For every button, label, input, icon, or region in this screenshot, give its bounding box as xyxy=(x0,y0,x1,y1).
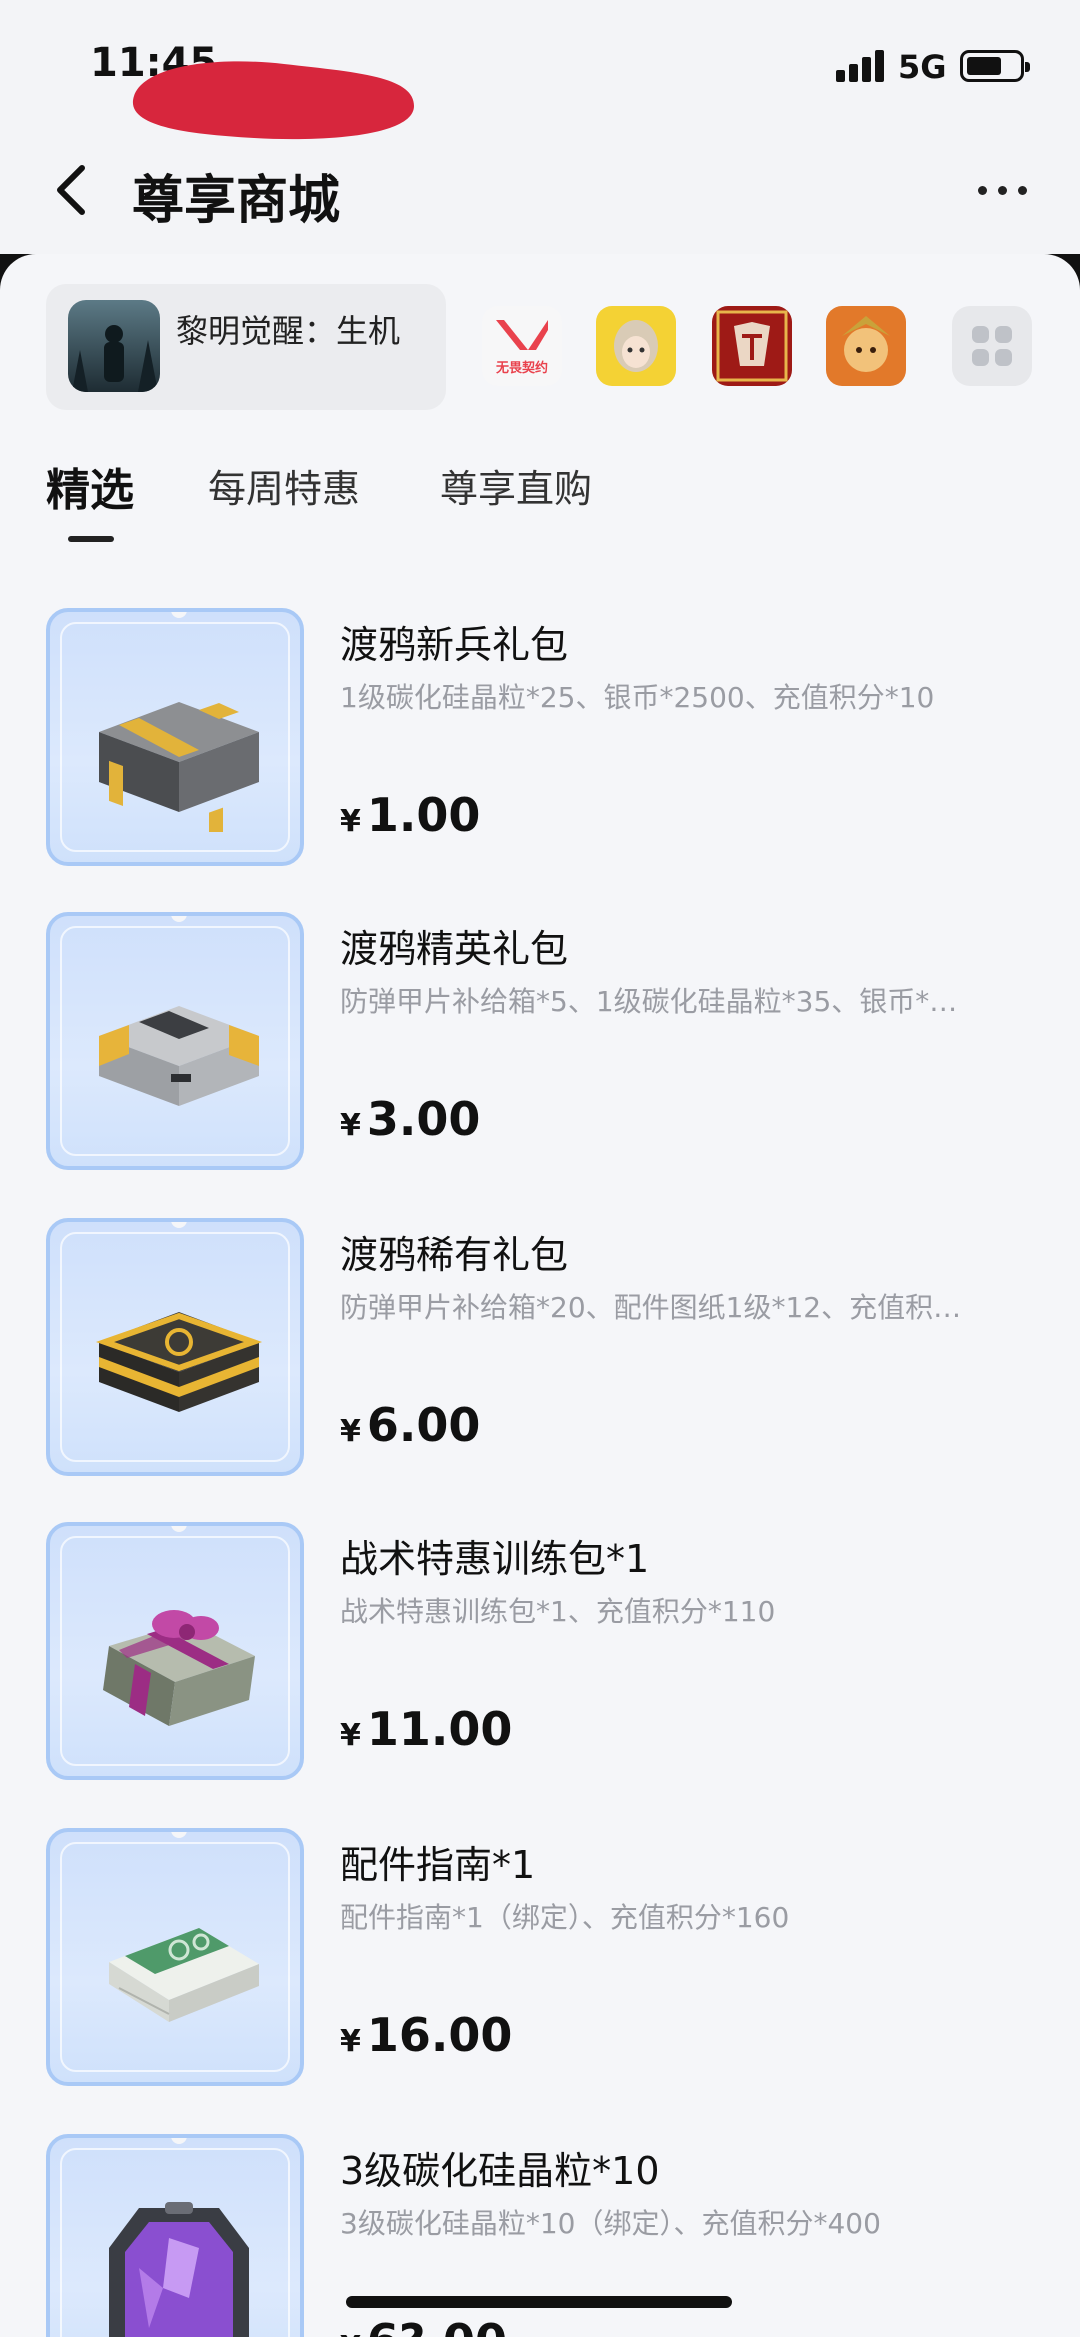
product-title: 渡鸦精英礼包 xyxy=(340,927,569,971)
product-description: 1级碳化硅晶粒*25、银币*2500、充值积分*10 xyxy=(340,681,935,714)
crate-silver-icon xyxy=(99,1006,259,1106)
svg-text:无畏契约: 无畏契约 xyxy=(495,360,548,376)
nav-header: 尊享商城 xyxy=(0,140,1080,240)
battery-icon xyxy=(960,50,1030,82)
product-title: 渡鸦新兵礼包 xyxy=(340,623,569,667)
crystal-icon xyxy=(109,2202,249,2337)
gift-box-icon xyxy=(103,1610,255,1726)
home-indicator[interactable] xyxy=(346,2296,732,2308)
product-description: 战术特惠训练包*1、充值积分*110 xyxy=(340,1595,776,1628)
valorant-app-icon[interactable]: 无畏契约 xyxy=(482,306,562,386)
product-item[interactable]: 配件指南*1 配件指南*1（绑定）、充值积分*160 ¥16.00 xyxy=(0,1828,1080,2098)
product-thumbnail xyxy=(46,1218,304,1476)
more-button[interactable] xyxy=(968,170,1038,210)
hero-app-icon[interactable] xyxy=(826,306,906,386)
product-item[interactable]: 渡鸦新兵礼包 1级碳化硅晶粒*25、银币*2500、充值积分*10 ¥1.00 xyxy=(0,608,1080,878)
product-thumbnail xyxy=(46,608,304,866)
grid-icon[interactable] xyxy=(952,306,1032,386)
crate-gold-icon xyxy=(95,1312,263,1412)
tab-weekly-deals[interactable]: 每周特惠 xyxy=(208,458,360,513)
game-icon-dawn xyxy=(68,300,160,392)
product-description: 配件指南*1（绑定）、充值积分*160 xyxy=(340,1901,790,1934)
product-price: ¥6?.00 xyxy=(340,2314,507,2337)
signal-icon xyxy=(836,50,886,82)
product-thumbnail xyxy=(46,1522,304,1780)
legend-app-icon[interactable] xyxy=(712,306,792,386)
product-price: ¥11.00 xyxy=(340,1702,513,1756)
product-title: 战术特惠训练包*1 xyxy=(340,1537,650,1581)
product-description: 3级碳化硅晶粒*10（绑定）、充值积分*400 xyxy=(340,2207,881,2240)
tab-direct-purchase[interactable]: 尊享直购 xyxy=(440,458,592,513)
product-description: 防弹甲片补给箱*20、配件图纸1级*12、充值积… xyxy=(340,1291,962,1324)
active-tab-indicator xyxy=(68,536,114,542)
page-title: 尊享商城 xyxy=(132,171,341,231)
tab-featured[interactable]: 精选 xyxy=(46,454,134,518)
current-game-card[interactable]: 黎明觉醒：生机 xyxy=(46,284,446,410)
product-title: 3级碳化硅晶粒*10 xyxy=(340,2149,660,2193)
back-button[interactable] xyxy=(44,160,104,220)
product-price: ¥3.00 xyxy=(340,1092,481,1146)
anime-girl-app-icon[interactable] xyxy=(596,306,676,386)
product-price: ¥16.00 xyxy=(340,2008,513,2062)
product-title: 配件指南*1 xyxy=(340,1843,536,1887)
redaction-mark xyxy=(132,61,414,140)
product-price: ¥1.00 xyxy=(340,788,481,842)
book-icon xyxy=(109,1928,259,2022)
product-price: ¥6.00 xyxy=(340,1398,481,1452)
network-label: 5G xyxy=(898,48,947,86)
product-thumbnail xyxy=(46,2134,304,2337)
product-item[interactable]: 渡鸦精英礼包 防弹甲片补给箱*5、1级碳化硅晶粒*35、银币*… ¥3.00 xyxy=(0,912,1080,1182)
product-title: 渡鸦稀有礼包 xyxy=(340,1233,569,1277)
product-item[interactable]: 战术特惠训练包*1 战术特惠训练包*1、充值积分*110 ¥11.00 xyxy=(0,1522,1080,1792)
product-thumbnail xyxy=(46,912,304,1170)
product-description: 防弹甲片补给箱*5、1级碳化硅晶粒*35、银币*… xyxy=(340,985,958,1018)
current-game-name: 黎明觉醒：生机 xyxy=(176,312,401,350)
chevron-left-icon xyxy=(57,165,85,215)
product-item[interactable]: 渡鸦稀有礼包 防弹甲片补给箱*20、配件图纸1级*12、充值积… ¥6.00 xyxy=(0,1218,1080,1488)
crate-gray-icon xyxy=(99,702,259,832)
product-thumbnail xyxy=(46,1828,304,2086)
